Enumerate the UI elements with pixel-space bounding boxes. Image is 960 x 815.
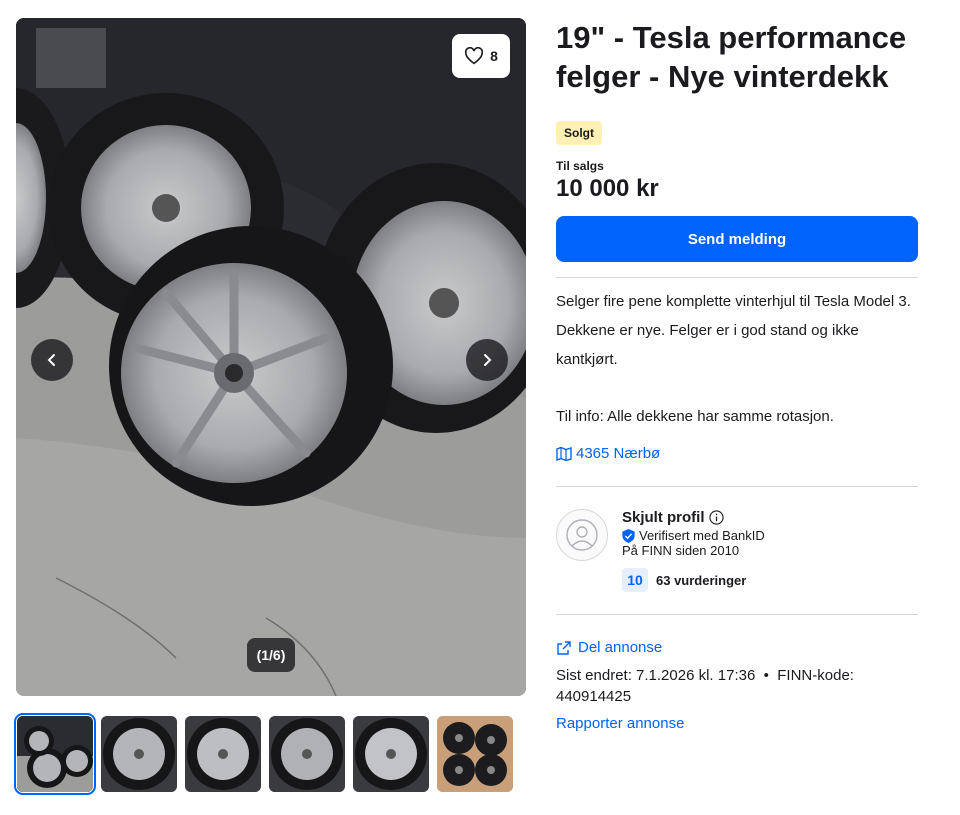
thumbnail-3[interactable]: [185, 716, 261, 792]
description: Selger fire pene komplette vinterhjul ti…: [556, 287, 918, 431]
previous-image-button[interactable]: [31, 339, 73, 381]
seller-name-row: Skjult profil: [622, 509, 765, 526]
description-line: Dekkene er nye. Felger er i god stand og…: [556, 322, 859, 368]
thumbnail-image: [437, 716, 513, 792]
thumbnail-image: [269, 716, 345, 792]
thumbnail-6[interactable]: [437, 716, 513, 792]
image-counter: (1/6): [247, 638, 295, 672]
thumbnail-image: [185, 716, 261, 792]
finn-code: 440914425: [556, 688, 632, 705]
favorite-button[interactable]: 8: [452, 34, 510, 78]
share-link[interactable]: Del annonse: [556, 639, 918, 656]
verified-row: Verifisert med BankID: [622, 528, 765, 543]
thumbnail-image: [101, 716, 177, 792]
price: 10 000 kr: [556, 175, 659, 202]
heart-icon: [465, 47, 484, 65]
next-image-button[interactable]: [466, 339, 508, 381]
thumbnail-4[interactable]: [269, 716, 345, 792]
status-badge: Solgt: [556, 121, 602, 145]
report-link[interactable]: Rapporter annonse: [556, 715, 918, 732]
thumbnail-2[interactable]: [101, 716, 177, 792]
seller-card: Skjult profil Verifisert med BankID På F…: [556, 509, 918, 592]
last-edited: Sist endret: 7.1.2026 kl. 17:36: [556, 667, 756, 684]
location-text: 4365 Nærbø: [576, 445, 661, 462]
send-message-button[interactable]: Send melding: [556, 216, 918, 262]
review-count: 63 vurderinger: [656, 572, 747, 588]
share-icon: [557, 640, 571, 655]
member-since: På FINN siden 2010: [622, 543, 740, 558]
description-line: Selger fire pene komplette vinterhjul ti…: [556, 293, 911, 310]
description-line: Til info: Alle dekkene har samme rotasjo…: [556, 408, 834, 425]
verified-shield-icon: [622, 528, 635, 543]
thumbnail-strip: [14, 713, 513, 795]
image-gallery[interactable]: 8 (1/6): [16, 18, 526, 696]
share-text: Del annonse: [578, 639, 663, 656]
listing-photo: [16, 18, 526, 696]
finn-code-label: FINN-kode:: [777, 667, 854, 684]
thumbnail-image: [353, 716, 429, 792]
map-icon: [556, 446, 572, 461]
chevron-right-icon: [484, 354, 492, 366]
listing-meta: Sist endret: 7.1.2026 kl. 17:36 • FINN-k…: [556, 665, 918, 707]
rating-row[interactable]: 10 63 vurderinger: [622, 568, 765, 592]
rating-score: 10: [622, 568, 648, 592]
meta-separator: •: [763, 667, 769, 684]
thumbnail-5[interactable]: [353, 716, 429, 792]
price-label: Til salgs: [556, 159, 604, 173]
info-icon[interactable]: [708, 510, 724, 525]
seller-name: Skjult profil: [622, 509, 705, 526]
verified-text: Verifisert med BankID: [639, 528, 765, 543]
divider: [556, 277, 918, 278]
divider: [556, 486, 918, 487]
chevron-left-icon: [47, 354, 55, 366]
location-link[interactable]: 4365 Nærbø: [556, 445, 918, 462]
listing-title: 19" - Tesla performance felger - Nye vin…: [556, 20, 907, 94]
avatar[interactable]: [556, 509, 608, 561]
thumbnail-image: [17, 716, 93, 792]
thumbnail-1[interactable]: [14, 713, 96, 795]
favorite-count: 8: [490, 48, 498, 64]
user-placeholder-icon: [566, 519, 598, 551]
divider: [556, 614, 918, 615]
listing-details: 19" - Tesla performance felger - Nye vin…: [556, 18, 918, 732]
